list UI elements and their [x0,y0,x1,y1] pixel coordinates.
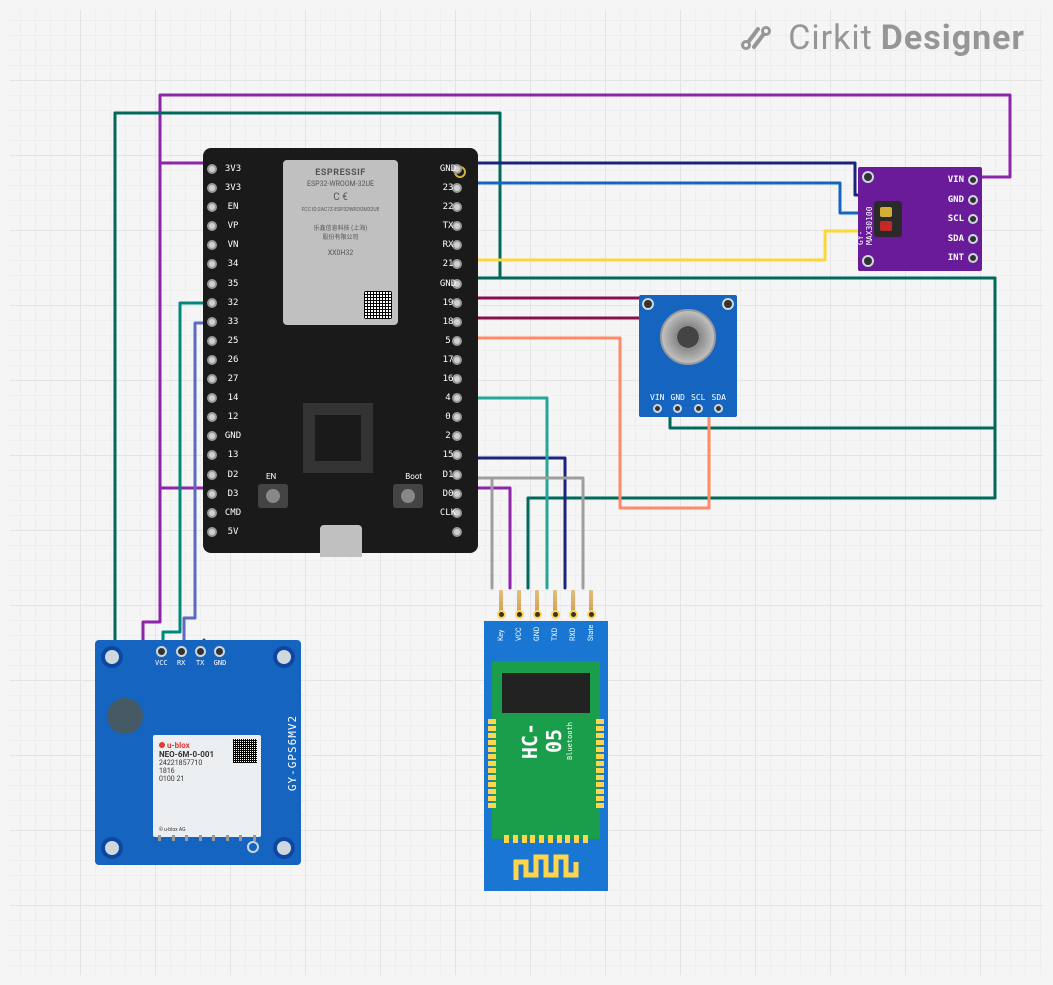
hc05-pinlabel-TXD: TXD [551,629,559,641]
esp32-pin-4[interactable]: 4 [452,391,474,405]
esp32-pin-33[interactable]: 33 [207,315,229,329]
max-pin-SCL[interactable]: SCL [948,214,978,224]
esp32-pin-0[interactable]: 0 [452,410,474,424]
hc05-pin-VCC[interactable] [515,590,524,619]
esp32-pin-21[interactable]: 21 [452,257,474,271]
pulse-sensor-icon [874,201,902,237]
esp32-pin-TX[interactable]: TX [452,219,474,233]
esp32-pin-[interactable] [452,525,474,539]
esp32-pin-D0[interactable]: D0 [452,487,474,501]
esp32-pin-27[interactable]: 27 [207,372,229,386]
esp32-pin-12[interactable]: 12 [207,410,229,424]
esp32-pin-34[interactable]: 34 [207,257,229,271]
esp32-pin-25[interactable]: 25 [207,334,229,348]
gps-chip: u-blox NEO-6M-0-001 24221857710 1816 010… [153,735,261,837]
hc05-pin-TXD[interactable] [551,590,560,619]
esp32-pin-17[interactable]: 17 [452,353,474,367]
esp32-pin-14[interactable]: 14 [207,391,229,405]
antenna-icon [511,847,581,885]
ir-sensor-icon [660,309,716,365]
esp32-pin-RX[interactable]: RX [452,238,474,252]
hc05-pinlabel-VCC: VCC [515,629,523,641]
max-pin-SDA[interactable]: SDA [948,234,978,244]
ublox-dot [159,742,165,748]
max30100-model-label: GY-MAX30100 [856,193,874,245]
max-pin-VIN[interactable]: VIN [948,175,978,185]
esp32-pin-5[interactable]: 5 [452,334,474,348]
boot-label: Boot [405,472,422,481]
esp32-pin-EN[interactable]: EN [207,200,229,214]
esp32-pin-23[interactable]: 23 [452,181,474,195]
brand-part1: Cirkit [788,18,873,58]
mlx-pin-VIN[interactable]: VIN [650,393,664,413]
hc05-pinlabel-State: State [587,629,595,641]
esp32-pin-CMD[interactable]: CMD [207,506,229,520]
gps-pin-VCC[interactable]: VCC [155,646,168,667]
esp32-pin-18[interactable]: 18 [452,315,474,329]
esp32-pin-19[interactable]: 19 [452,296,474,310]
en-label: EN [266,472,276,481]
esp32-pin-15[interactable]: 15 [452,448,474,462]
gps-pin-GND[interactable]: GND [214,646,227,667]
max-pin-INT[interactable]: INT [948,253,978,263]
esp32-pin-5V[interactable]: 5V [207,525,229,539]
hc05-pinlabel-GND: GND [533,629,541,641]
gps-module[interactable]: VCC RX TX GND u-blox NEO-6M-0-001 242218577… [95,640,301,865]
esp32-pin-22[interactable]: 22 [452,200,474,214]
cirkit-logo-icon [740,23,780,53]
hc05-module[interactable]: Key VCC GND TXD RXD State HC-05 Bluetooth [474,590,618,930]
esp32-pin-D3[interactable]: D3 [207,487,229,501]
hc05-pin-RXD[interactable] [569,590,578,619]
hc05-pin-GND[interactable] [533,590,542,619]
hc05-label: HC-05 Bluetooth [518,714,574,768]
micro-usb-icon [320,525,362,557]
esp32-pin-26[interactable]: 26 [207,353,229,367]
gps-pin-RX[interactable]: RX [176,646,187,667]
esp32-pin-13[interactable]: 13 [207,448,229,462]
hc05-pinlabel-Key: Key [497,629,505,641]
gps-pin-TX[interactable]: TX [195,646,206,667]
mlx90614-sensor[interactable]: VIN GND SCL SDA [639,295,737,417]
esp32-pin-D2[interactable]: D2 [207,468,229,482]
hc05-pinlabel-RXD: RXD [569,629,577,641]
esp32-pin-GND[interactable]: GND [452,277,474,291]
max-pin-GND[interactable]: GND [948,195,978,205]
gps-model-label: GY-GPS6MV2 [286,714,299,790]
esp32-pin-D1[interactable]: D1 [452,468,474,482]
esp32-pin-3V3[interactable]: 3V3 [207,162,229,176]
esp32-bridge-chip [303,403,373,473]
esp32-shield: ESPRESSIF ESP32-WROOM-32UE C € FCC ID:2A… [283,160,398,325]
esp32-pin-VP[interactable]: VP [207,219,229,233]
esp32-board[interactable]: 3V33V3ENVPVN343532332526271412GND13D2D3C… [203,148,478,553]
esp32-pin-GND[interactable]: GND [452,162,474,176]
mlx-pin-SDA[interactable]: SDA [712,393,726,413]
hc05-submodule: HC-05 Bluetooth [492,661,600,839]
esp32-pin-CLK[interactable]: CLK [452,506,474,520]
brand-part2: Designer [881,18,1025,58]
esp32-pin-3V3[interactable]: 3V3 [207,181,229,195]
gps-ufl-icon [247,841,259,853]
hc05-pin-State[interactable] [587,590,596,619]
esp32-pin-32[interactable]: 32 [207,296,229,310]
mlx-pin-SCL[interactable]: SCL [691,393,705,413]
esp32-pin-35[interactable]: 35 [207,277,229,291]
esp32-pin-2[interactable]: 2 [452,429,474,443]
esp32-pin-GND[interactable]: GND [207,429,229,443]
app-watermark: Cirkit Designer [740,18,1025,58]
max30100-sensor[interactable]: VIN GND SCL SDA INT GY-MAX30100 [858,167,982,271]
esp32-pin-VN[interactable]: VN [207,238,229,252]
esp32-en-button[interactable] [258,484,288,508]
hc05-pin-Key[interactable] [497,590,506,619]
gps-battery-icon [107,698,143,734]
esp32-boot-button[interactable] [393,484,423,508]
mlx-pin-GND[interactable]: GND [671,393,685,413]
esp32-pin-16[interactable]: 16 [452,372,474,386]
